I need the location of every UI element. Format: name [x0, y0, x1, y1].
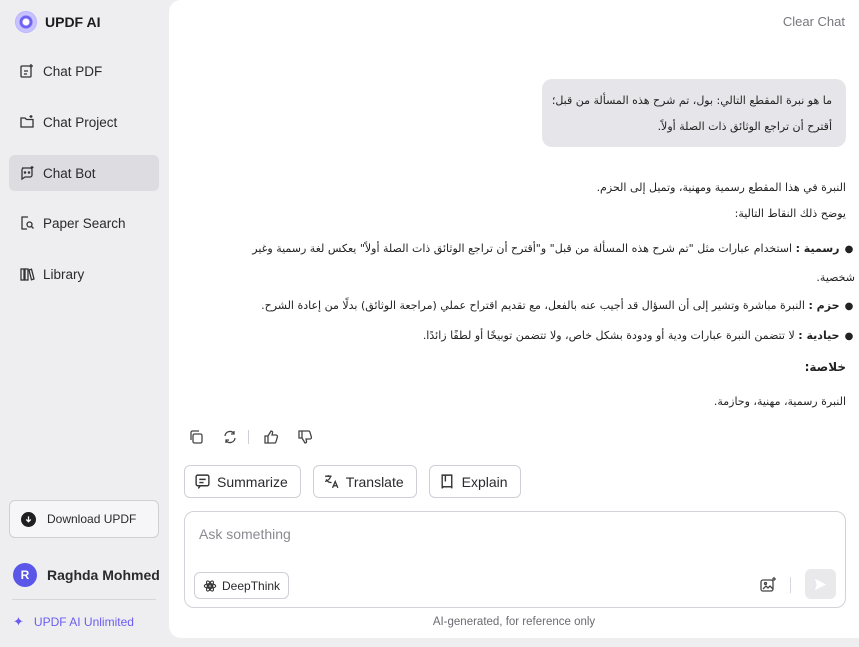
- upgrade-link[interactable]: ✦ UPDF AI Unlimited: [13, 614, 134, 630]
- brand-name: UPDF AI: [45, 14, 101, 30]
- answer-text: النبرة في هذا المقطع رسمية ومهنية، وتميل…: [596, 181, 846, 194]
- message-input[interactable]: [199, 524, 799, 544]
- clear-chat-button[interactable]: Clear Chat: [783, 14, 845, 29]
- translate-icon: [324, 475, 339, 489]
- chat-pdf-icon: [19, 63, 35, 79]
- quick-action-label: Explain: [461, 473, 508, 490]
- user-message-line: أقترح أن تراجع الوثائق ذات الصلة أولاً.: [657, 120, 832, 133]
- download-icon: [21, 511, 36, 527]
- image-upload-icon[interactable]: [758, 575, 778, 595]
- thumbs-up-icon[interactable]: [261, 427, 281, 447]
- bullet-term: رسمية :: [795, 242, 840, 255]
- deepthink-label: DeepThink: [222, 578, 281, 593]
- answer-bullet: ● حيادية : لا تتضمن النبرة عبارات ودية أ…: [215, 322, 855, 351]
- send-icon: [814, 578, 827, 590]
- conclusion-text: النبرة رسمية، مهنية، وحازمة.: [713, 395, 846, 408]
- summarize-button[interactable]: Summarize: [184, 465, 301, 498]
- sidebar-item-label: Library: [43, 266, 85, 282]
- sidebar-item-paper-search[interactable]: Paper Search: [9, 205, 159, 241]
- user-message-line: ما هو نبرة المقطع التالي: بول، تم شرح هذ…: [551, 94, 832, 107]
- sidebar-item-label: Chat Bot: [43, 165, 96, 181]
- window-edge: [169, 638, 859, 647]
- composer: DeepThink: [184, 511, 846, 608]
- paper-search-icon: [19, 215, 35, 231]
- divider: [790, 577, 791, 593]
- chat-panel: Clear Chat ما هو نبرة المقطع التالي: بول…: [169, 0, 859, 638]
- sidebar-item-label: Chat Project: [43, 114, 118, 130]
- send-button[interactable]: [805, 569, 836, 599]
- answer-text: يوضح ذلك النقاط التالية:: [734, 207, 846, 220]
- download-updf-button[interactable]: Download UPDF: [9, 500, 159, 538]
- bullet-term: حيادية :: [798, 329, 840, 342]
- deepthink-toggle[interactable]: DeepThink: [194, 572, 290, 599]
- bot-icon: [19, 165, 35, 181]
- answer-bullet: ● رسمية : استخدام عبارات مثل "تم شرح هذه…: [215, 235, 855, 292]
- user-name: Raghda Mohmed: [47, 567, 160, 583]
- answer-explain: يوضح ذلك النقاط التالية:: [206, 207, 846, 220]
- updf-logo-icon: [15, 11, 37, 33]
- bullet-text: استخدام عبارات مثل "تم شرح هذه المسألة م…: [252, 242, 793, 255]
- quick-action-label: Summarize: [217, 473, 288, 490]
- explain-button[interactable]: Explain: [428, 465, 521, 498]
- answer-intro: النبرة في هذا المقطع رسمية ومهنية، وتميل…: [206, 181, 846, 194]
- sidebar-item-library[interactable]: Library: [9, 256, 159, 292]
- sidebar-item-label: Chat PDF: [43, 63, 103, 79]
- deepthink-icon: [203, 579, 217, 592]
- conclusion-heading: خلاصة:: [804, 360, 846, 374]
- summarize-icon: [195, 474, 210, 489]
- sidebar-item-chat-pdf[interactable]: Chat PDF: [9, 53, 159, 89]
- answer-bullet: ● حزم : النبرة مباشرة وتشير إلى أن السؤا…: [215, 292, 855, 321]
- sparkle-icon: ✦: [13, 614, 24, 629]
- user-message-bubble: ما هو نبرة المقطع التالي: بول، تم شرح هذ…: [542, 79, 846, 147]
- book-icon: [441, 474, 453, 489]
- bullet-dot: ●: [844, 331, 854, 342]
- upgrade-label: UPDF AI Unlimited: [33, 615, 134, 629]
- divider: [12, 599, 156, 600]
- bullet-dot: ●: [844, 244, 854, 255]
- regenerate-icon[interactable]: [220, 427, 240, 447]
- bullet-dot: ●: [844, 301, 854, 312]
- download-label: Download UPDF: [47, 512, 137, 526]
- brand[interactable]: UPDF AI: [15, 10, 100, 34]
- disclaimer: AI-generated, for reference only: [432, 616, 596, 628]
- sidebar-item-chat-bot[interactable]: Chat Bot: [9, 155, 159, 191]
- bullet-continuation: شخصية.: [816, 271, 855, 284]
- bullet-term: حزم :: [808, 299, 840, 312]
- sidebar: UPDF AI Chat PDF Chat Project Chat Bot P…: [0, 0, 168, 647]
- library-icon: [19, 266, 35, 282]
- message-actions: [186, 427, 329, 447]
- folder-chat-icon: [19, 114, 35, 130]
- copy-icon[interactable]: [186, 427, 206, 447]
- translate-button[interactable]: Translate: [312, 465, 417, 498]
- divider: [248, 430, 249, 444]
- sidebar-item-chat-project[interactable]: Chat Project: [9, 104, 159, 140]
- bullet-text: النبرة مباشرة وتشير إلى أن السؤال قد أجي…: [261, 299, 805, 312]
- sidebar-item-label: Paper Search: [43, 215, 126, 231]
- quick-action-label: Translate: [345, 473, 404, 490]
- quick-actions: Summarize Translate Explain: [184, 465, 533, 498]
- user-profile[interactable]: R Raghda Mohmed: [13, 563, 160, 587]
- bullet-text: لا تتضمن النبرة عبارات ودية أو ودودة بشك…: [422, 329, 795, 342]
- avatar: R: [13, 563, 37, 587]
- thumbs-down-icon[interactable]: [295, 427, 315, 447]
